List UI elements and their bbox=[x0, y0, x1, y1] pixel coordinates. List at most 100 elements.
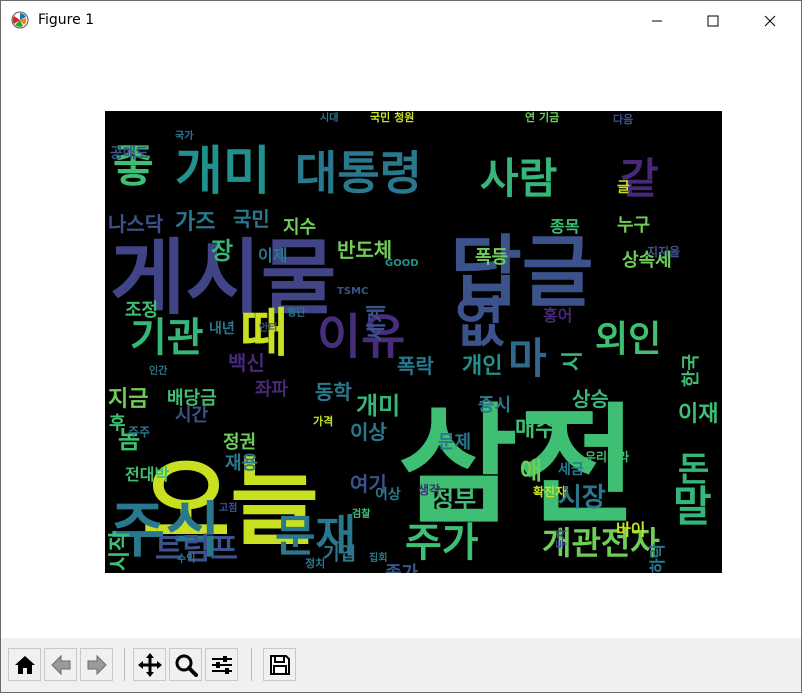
wordcloud-word: 안티 bbox=[259, 321, 277, 334]
wordcloud-word: 이유 bbox=[317, 309, 405, 365]
wordcloud-word: 생각 bbox=[418, 482, 440, 497]
wordcloud-word: 이제 bbox=[258, 246, 287, 265]
sliders-icon bbox=[211, 655, 232, 674]
wordcloud-word: 문제 bbox=[438, 432, 471, 453]
wordcloud-word: 개미 bbox=[175, 142, 271, 202]
wordcloud-word: 가즈 bbox=[175, 210, 215, 235]
toolbar-separator bbox=[251, 648, 252, 681]
wordcloud-word: 기업 bbox=[323, 544, 356, 565]
window-title: Figure 1 bbox=[38, 12, 95, 28]
wordcloud-word: 누구 bbox=[617, 215, 650, 236]
pan-button[interactable] bbox=[133, 648, 166, 681]
wordcloud-word: 고점 bbox=[219, 502, 237, 514]
figure-canvas[interactable]: 삼전 오늘 게시물 답글 주식 개미 대통령 사람 같 좋 가즈 없 때 이유 기관 마 외인 문재 주가 개관전자 트… bbox=[1, 40, 801, 638]
save-button[interactable] bbox=[263, 648, 296, 681]
back-button[interactable] bbox=[44, 648, 77, 681]
figure-window: Figure 1 삼전 오늘 게시물 답글 주식 개미 대통령 사람 같 좋 가즈 없 때 이유 기관 마 외인… bbox=[0, 0, 802, 693]
zoom-button[interactable] bbox=[169, 648, 202, 681]
wordcloud-word: 세계 bbox=[364, 304, 388, 341]
wordcloud-word: 하락 bbox=[648, 543, 667, 573]
wordcloud-word: 세금 bbox=[558, 462, 584, 478]
wordcloud-word: 동학 bbox=[315, 380, 352, 404]
wordcloud-word: 종가 bbox=[385, 563, 419, 573]
wordcloud-word: 주주 bbox=[128, 425, 150, 439]
wordcloud-word: 다음 bbox=[613, 112, 633, 126]
title-bar[interactable]: Figure 1 bbox=[1, 1, 801, 40]
wordcloud-word: 백신 bbox=[228, 351, 265, 375]
wordcloud-word: 외인 bbox=[595, 319, 661, 360]
wordcloud-word: 시 bbox=[561, 351, 586, 371]
wordcloud-word: 수익 bbox=[177, 553, 195, 565]
wordcloud-word: 후 bbox=[109, 413, 126, 434]
wordcloud-word: 평단 bbox=[287, 306, 306, 319]
wordcloud-word: 돈 bbox=[678, 450, 709, 490]
wordcloud-word: 반도체 bbox=[337, 238, 392, 262]
wordcloud-word: 상승 bbox=[572, 387, 609, 411]
wordcloud-word: 홍어 bbox=[543, 306, 572, 325]
save-icon bbox=[269, 654, 290, 675]
wordcloud-word: 지수 bbox=[283, 217, 316, 238]
wordcloud-word: 한국 bbox=[681, 354, 702, 387]
wordcloud-word: 좌파 bbox=[255, 379, 289, 400]
wordcloud-word: 투자 bbox=[554, 528, 568, 549]
wordcloud-word: 지지율 bbox=[647, 244, 680, 259]
wordcloud-word: GOOD bbox=[385, 258, 419, 269]
wordcloud-word: 정치 bbox=[305, 556, 325, 570]
wordcloud-word: 사람 bbox=[480, 154, 557, 203]
wordcloud-word: 개인 bbox=[462, 354, 502, 379]
wordcloud-word: 우리나라 bbox=[585, 449, 629, 464]
forward-button[interactable] bbox=[80, 648, 113, 681]
wordcloud-word: 검찰 bbox=[352, 507, 371, 520]
home-icon bbox=[14, 655, 35, 674]
wordcloud-word: 나스닥 bbox=[108, 212, 164, 236]
wordcloud-word: 이상 bbox=[350, 420, 387, 444]
wordcloud-word: 조정 bbox=[125, 300, 158, 321]
wordcloud-word: 시작 bbox=[108, 531, 133, 571]
wordcloud-word: 전대박 bbox=[125, 465, 169, 484]
toolbar-separator bbox=[124, 648, 125, 681]
wordcloud-word: 가격 bbox=[313, 414, 333, 428]
wordcloud-word: 연 기금 bbox=[525, 111, 559, 124]
pan-icon bbox=[137, 652, 162, 677]
maximize-icon bbox=[707, 15, 719, 26]
matplotlib-icon bbox=[11, 11, 29, 29]
wordcloud-word: 정권 bbox=[223, 432, 256, 453]
wordcloud-word: 재용 bbox=[225, 453, 258, 474]
wordcloud-word: 인간 bbox=[149, 364, 168, 377]
navigation-toolbar bbox=[1, 638, 801, 692]
configure-subplots-button[interactable] bbox=[205, 648, 238, 681]
forward-arrow-icon bbox=[87, 654, 107, 675]
wordcloud-word: 확진자 bbox=[533, 484, 566, 499]
wordcloud-word: 대통령 bbox=[295, 146, 422, 200]
wordcloud-word: 바이 bbox=[616, 520, 645, 539]
minimize-button[interactable] bbox=[634, 1, 680, 40]
wordcloud-word: 종목 bbox=[550, 217, 580, 236]
wordcloud-word: 국민 청원 bbox=[370, 111, 414, 124]
wordcloud-word: 폭등 bbox=[475, 247, 508, 268]
home-button[interactable] bbox=[8, 648, 41, 681]
wordcloud-word: 이상 bbox=[375, 486, 401, 503]
wordcloud-word: 기관 bbox=[130, 315, 204, 361]
wordcloud-word: TSMC bbox=[337, 286, 368, 297]
close-icon bbox=[764, 15, 776, 26]
wordcloud-word: 주가 bbox=[405, 520, 479, 566]
close-button[interactable] bbox=[747, 1, 793, 40]
wordcloud-word: 매수 bbox=[515, 417, 555, 442]
wordcloud-word: 내년 bbox=[209, 321, 235, 337]
wordcloud-word: 트럼프 bbox=[155, 532, 238, 567]
wordcloud-word: 개미 bbox=[356, 392, 400, 420]
wordcloud-svg: 삼전오늘게시물 답글주식개미 대통령 사람 같좋가즈없때 이유기관 마 외인문재 주가 개관전자트… bbox=[108, 111, 718, 573]
maximize-button[interactable] bbox=[690, 1, 736, 40]
wordcloud-word: 마 bbox=[508, 334, 547, 383]
wordcloud-word: 지금 bbox=[108, 387, 148, 412]
wordcloud-image: 삼전 오늘 게시물 답글 주식 개미 대통령 사람 같 좋 가즈 없 때 이유 기관 마 외인 문재 주가 개관전자 트… bbox=[105, 111, 722, 573]
wordcloud-word: 시대 bbox=[320, 111, 338, 124]
wordcloud-word: 폭락 bbox=[397, 354, 434, 378]
wordcloud-word: 국가 bbox=[175, 129, 194, 142]
wordcloud-word: 시간 bbox=[175, 405, 209, 426]
wordcloud-word: 집회 bbox=[369, 551, 387, 564]
wordcloud-word: 국민 bbox=[233, 207, 270, 231]
wordcloud-word: 이재 bbox=[678, 402, 718, 427]
wordcloud-word: 공매도 bbox=[110, 146, 149, 162]
wordcloud-word: 증시 bbox=[478, 395, 511, 416]
